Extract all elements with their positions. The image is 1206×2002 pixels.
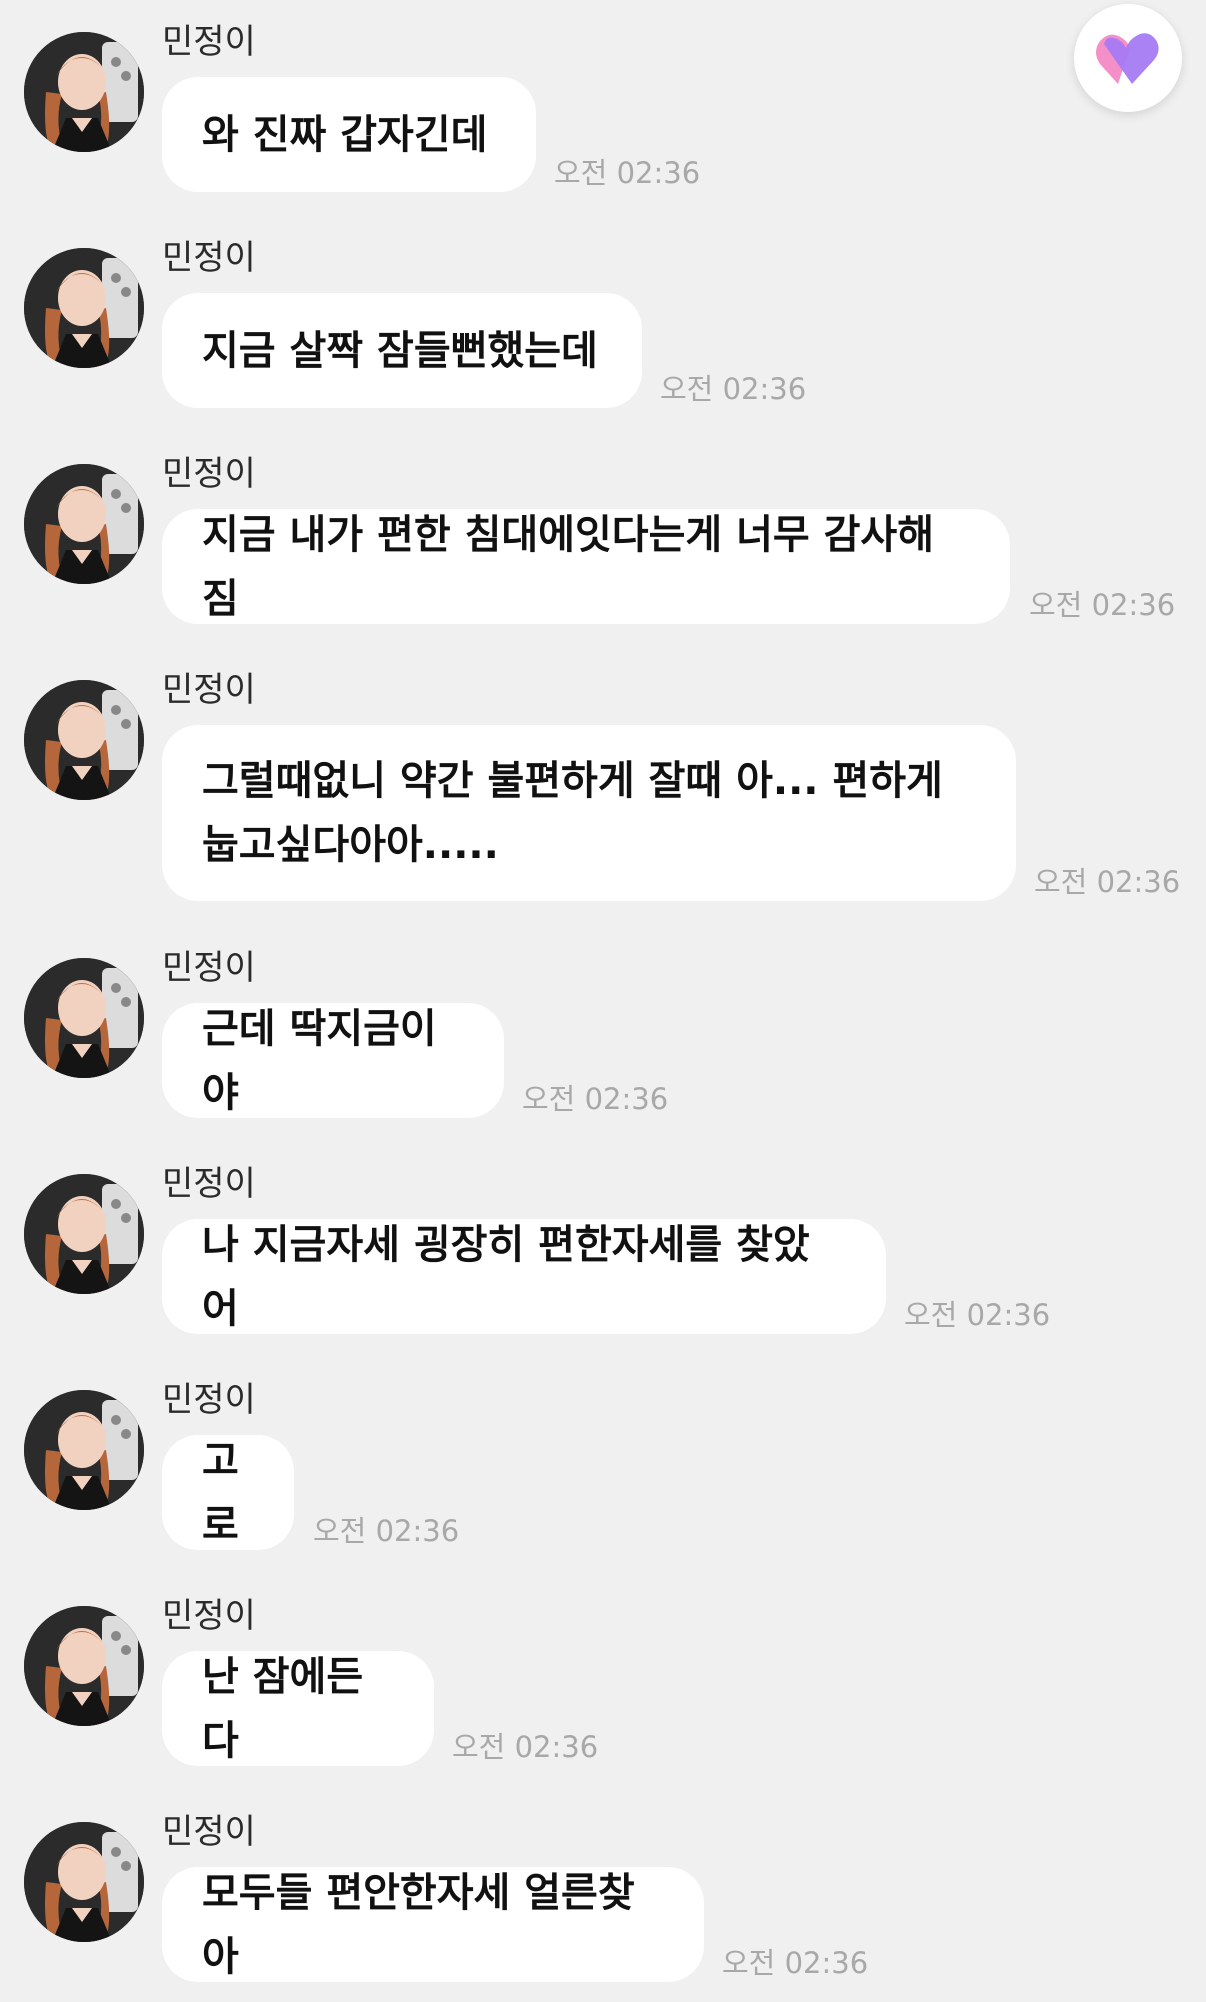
message-text: 지금 살짝 잠들뻔했는데 (202, 327, 598, 374)
message-bubble[interactable]: 와 진짜 갑자긴데 (162, 77, 536, 192)
message-text: 근데 딱지금이야 (202, 1005, 437, 1116)
profile-photo (24, 958, 144, 1078)
message-bubble[interactable]: 근데 딱지금이야 (162, 1003, 504, 1118)
message-text: 모두들 편안한자세 얼른찾아 (202, 1869, 635, 1980)
profile-photo (24, 1174, 144, 1294)
message-bubble[interactable]: 지금 살짝 잠들뻔했는데 (162, 293, 642, 408)
message-text: 나 지금자세 굉장히 편한자세를 찾았어 (202, 1221, 810, 1332)
sender-name: 민정이 (162, 670, 256, 710)
sender-name: 민정이 (162, 22, 256, 62)
profile-photo (24, 464, 144, 584)
profile-photo (24, 1390, 144, 1510)
avatar[interactable] (24, 32, 144, 152)
chat-message: 민정이 고로 오전 02:36 (0, 1358, 1206, 1558)
profile-photo (24, 1822, 144, 1942)
sender-name: 민정이 (162, 1596, 256, 1636)
avatar[interactable] (24, 1390, 144, 1510)
message-text: 난 잠에든다 (202, 1653, 364, 1764)
chat-message: 민정이 나 지금자세 굉장히 편한자세를 찾았어 오전 02:36 (0, 1142, 1206, 1342)
avatar[interactable] (24, 1606, 144, 1726)
message-bubble[interactable]: 난 잠에든다 (162, 1651, 434, 1766)
avatar[interactable] (24, 680, 144, 800)
profile-photo (24, 680, 144, 800)
profile-photo (24, 1606, 144, 1726)
message-bubble[interactable]: 모두들 편안한자세 얼른찾아 (162, 1867, 704, 1982)
message-time: 오전 02:36 (554, 156, 701, 190)
message-bubble[interactable]: 그럴때없니 약간 불편하게 잘때 아... 편하게 눕고싶다아아..... (162, 725, 1016, 901)
chat-message: 민정이 모두들 편안한자세 얼른찾아 오전 02:36 (0, 1790, 1206, 1990)
message-bubble[interactable]: 지금 내가 편한 침대에잇다는게 너무 감사해짐 (162, 509, 1010, 624)
chat-message-list: 민정이 와 진짜 갑자긴데 오전 02:36 민정이 지금 살짝 잠들뻔했는데 (0, 0, 1206, 2002)
heart-icon (1096, 33, 1159, 84)
sender-name: 민정이 (162, 1164, 256, 1204)
sender-name: 민정이 (162, 454, 256, 494)
message-time: 오전 02:36 (313, 1514, 460, 1548)
message-time: 오전 02:36 (660, 372, 807, 406)
sender-name: 민정이 (162, 1380, 256, 1420)
heart-button[interactable] (1074, 4, 1182, 112)
message-bubble[interactable]: 나 지금자세 굉장히 편한자세를 찾았어 (162, 1219, 886, 1334)
chat-message: 민정이 지금 내가 편한 침대에잇다는게 너무 감사해짐 오전 02:36 (0, 432, 1206, 632)
message-time: 오전 02:36 (1029, 588, 1176, 622)
sender-name: 민정이 (162, 948, 256, 988)
message-time: 오전 02:36 (452, 1730, 599, 1764)
message-time: 오전 02:36 (1034, 865, 1181, 899)
chat-message: 민정이 와 진짜 갑자긴데 오전 02:36 (0, 0, 1206, 200)
message-text: 그럴때없니 약간 불편하게 잘때 아... 편하게 눕고싶다아아..... (202, 758, 943, 868)
avatar[interactable] (24, 464, 144, 584)
sender-name: 민정이 (162, 238, 256, 278)
message-time: 오전 02:36 (904, 1298, 1051, 1332)
chat-message: 민정이 지금 살짝 잠들뻔했는데 오전 02:36 (0, 216, 1206, 416)
message-text: 와 진짜 갑자긴데 (202, 111, 488, 158)
sender-name: 민정이 (162, 1812, 256, 1852)
profile-photo (24, 32, 144, 152)
chat-message: 민정이 그럴때없니 약간 불편하게 잘때 아... 편하게 눕고싶다아아....… (0, 648, 1206, 908)
avatar[interactable] (24, 248, 144, 368)
chat-message: 민정이 난 잠에든다 오전 02:36 (0, 1574, 1206, 1774)
profile-photo (24, 248, 144, 368)
message-text: 지금 내가 편한 침대에잇다는게 너무 감사해짐 (202, 511, 935, 622)
message-text: 고로 (202, 1437, 239, 1548)
message-time: 오전 02:36 (722, 1946, 869, 1980)
avatar[interactable] (24, 1822, 144, 1942)
avatar[interactable] (24, 1174, 144, 1294)
avatar[interactable] (24, 958, 144, 1078)
message-time: 오전 02:36 (522, 1082, 669, 1116)
chat-message: 민정이 근데 딱지금이야 오전 02:36 (0, 926, 1206, 1126)
message-bubble[interactable]: 고로 (162, 1435, 294, 1550)
